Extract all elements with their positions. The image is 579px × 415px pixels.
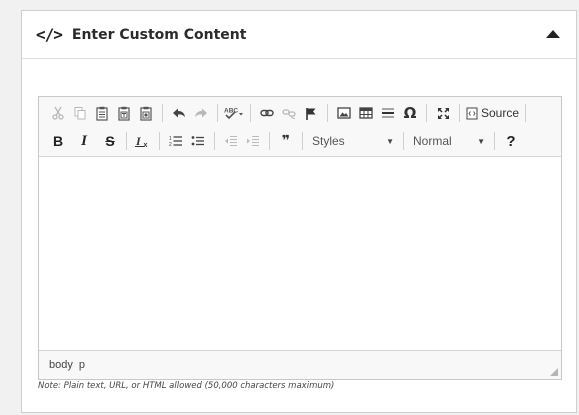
- bold-button[interactable]: B: [47, 130, 69, 152]
- toolbar-separator: [494, 132, 495, 150]
- element-path-p[interactable]: p: [79, 359, 85, 371]
- styles-dropdown[interactable]: Styles ▼: [308, 131, 398, 151]
- chevron-down-icon: ▼: [477, 136, 485, 146]
- collapse-up-icon[interactable]: [546, 30, 560, 38]
- chevron-down-icon: ▼: [386, 136, 394, 146]
- toolbar-separator: [250, 104, 251, 122]
- element-path-body[interactable]: body: [49, 359, 73, 371]
- indent-icon[interactable]: [242, 130, 264, 152]
- cut-icon[interactable]: [47, 102, 69, 124]
- toolbar-separator: [162, 104, 163, 122]
- svg-text:2: 2: [169, 142, 172, 147]
- toolbar-separator: [525, 104, 527, 122]
- source-label: Source: [481, 106, 520, 120]
- paste-word-icon[interactable]: [135, 102, 157, 124]
- special-character-icon[interactable]: Ω: [399, 102, 421, 124]
- toolbar-row-1: ABC Ω Source: [47, 101, 561, 125]
- editor-content-area[interactable]: [39, 157, 561, 350]
- format-dropdown-label: Normal: [413, 134, 452, 148]
- content-note: Note: Plain text, URL, or HTML allowed (…: [38, 381, 335, 391]
- table-icon[interactable]: [355, 102, 377, 124]
- outdent-icon[interactable]: [220, 130, 242, 152]
- spellcheck-icon[interactable]: ABC: [223, 102, 245, 124]
- custom-content-panel: </> Enter Custom Content ABC Ω Source B …: [21, 10, 577, 413]
- numbered-list-icon[interactable]: 12: [165, 130, 187, 152]
- paste-text-icon[interactable]: [113, 102, 135, 124]
- source-button[interactable]: Source: [465, 102, 520, 124]
- undo-icon[interactable]: [168, 102, 190, 124]
- toolbar-row-2: B I S Ix 12 ❞ Styles ▼ Normal ▼ ?: [47, 129, 561, 153]
- redo-icon[interactable]: [190, 102, 212, 124]
- editor-status-bar: body p: [39, 350, 561, 379]
- bulleted-list-icon[interactable]: [187, 130, 209, 152]
- styles-dropdown-label: Styles: [312, 134, 345, 148]
- image-icon[interactable]: [333, 102, 355, 124]
- toolbar-separator: [214, 132, 215, 150]
- help-button[interactable]: ?: [500, 130, 522, 152]
- toolbar-separator: [327, 104, 328, 122]
- toolbar-separator: [269, 132, 270, 150]
- toolbar-separator: [426, 104, 427, 122]
- svg-text:ABC: ABC: [224, 108, 238, 115]
- maximize-icon[interactable]: [432, 102, 454, 124]
- rich-text-editor: ABC Ω Source B I S I x 1 2 ❞ Styles ▼ No…: [38, 96, 562, 380]
- horizontal-line-icon[interactable]: [377, 102, 399, 124]
- toolbar-separator: [159, 132, 160, 150]
- unlink-icon[interactable]: [278, 102, 300, 124]
- toolbar-separator: [403, 132, 404, 150]
- toolbar-separator: [302, 132, 303, 150]
- remove-format-icon[interactable]: Ix: [132, 130, 154, 152]
- paste-icon[interactable]: [91, 102, 113, 124]
- panel-title: Enter Custom Content: [71, 26, 247, 43]
- blockquote-icon[interactable]: ❞: [275, 130, 297, 152]
- italic-button[interactable]: I: [73, 130, 95, 152]
- panel-header[interactable]: </> Enter Custom Content: [22, 11, 576, 59]
- copy-icon[interactable]: [69, 102, 91, 124]
- strikethrough-button[interactable]: S: [99, 130, 121, 152]
- resize-handle-icon[interactable]: [550, 368, 558, 376]
- source-icon: [466, 106, 478, 120]
- link-icon[interactable]: [256, 102, 278, 124]
- editor-toolbar: ABC Ω Source B I S I x 1 2 ❞ Styles ▼ No…: [39, 97, 561, 157]
- format-dropdown[interactable]: Normal ▼: [409, 131, 489, 151]
- code-icon: </>: [36, 25, 63, 44]
- toolbar-separator: [126, 132, 127, 150]
- toolbar-separator: [459, 104, 460, 122]
- svg-text:x: x: [144, 142, 148, 148]
- svg-text:I: I: [135, 134, 142, 148]
- anchor-flag-icon[interactable]: [300, 102, 322, 124]
- toolbar-separator: [217, 104, 218, 122]
